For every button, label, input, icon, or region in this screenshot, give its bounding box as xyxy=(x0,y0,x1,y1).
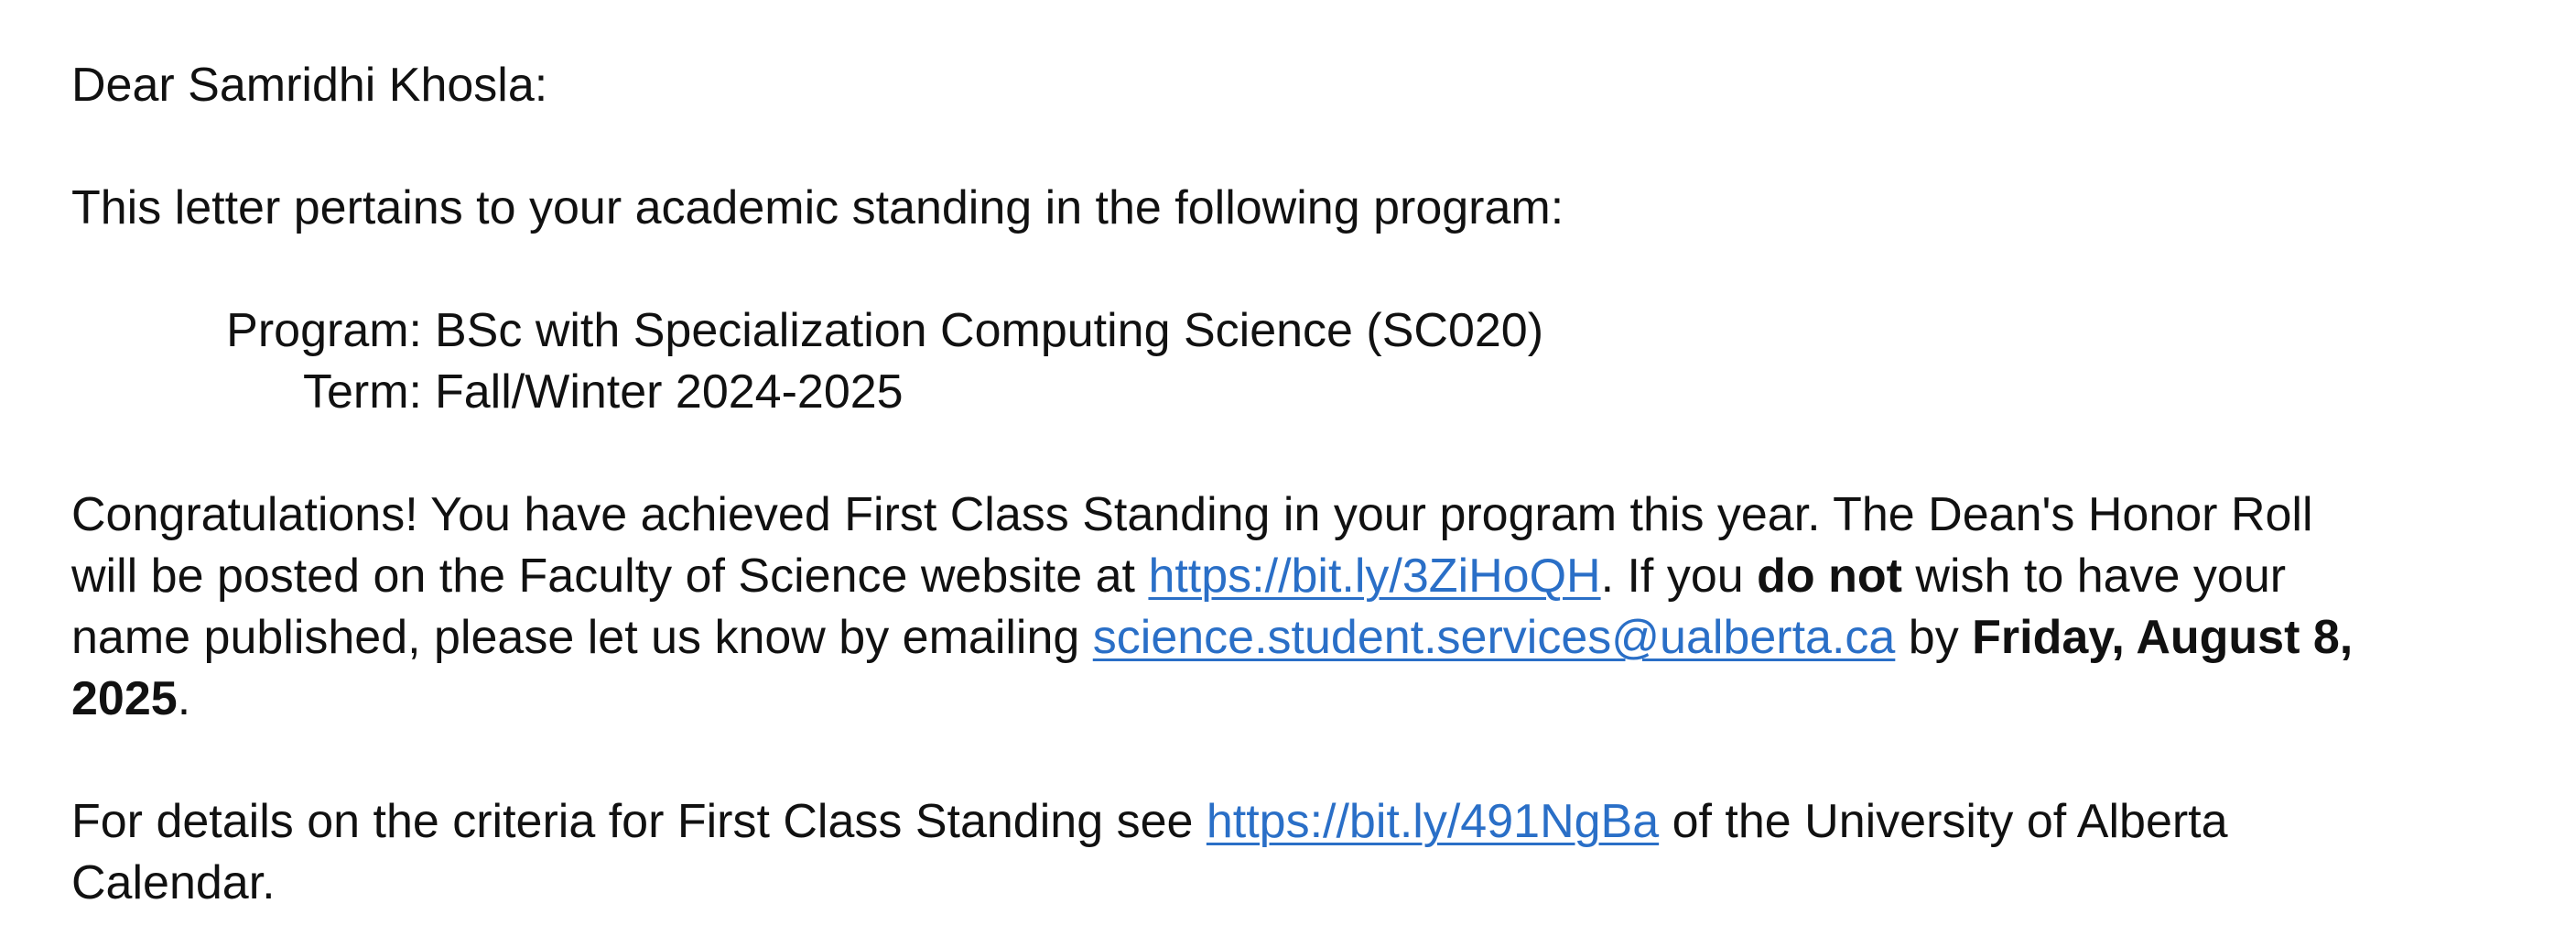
details-text: For details on the criteria for First Cl… xyxy=(71,795,1207,848)
letter-body: Dear Samridhi Khosla: This letter pertai… xyxy=(71,55,2543,914)
deadline-year: 2025 xyxy=(71,672,178,725)
greeting: Dear Samridhi Khosla: xyxy=(71,59,548,112)
details-line-1: For details on the criteria for First Cl… xyxy=(71,791,2543,853)
congrats-text: . xyxy=(177,672,191,725)
details-paragraph: For details on the criteria for First Cl… xyxy=(71,791,2543,914)
program-row: Program: BSc with Specialization Computi… xyxy=(198,300,2543,362)
details-line-2: Calendar. xyxy=(71,856,276,909)
congrats-text: . If you xyxy=(1600,550,1758,603)
congrats-line-3: name published, please let us know by em… xyxy=(71,607,2543,669)
congrats-line-2: will be posted on the Faculty of Science… xyxy=(71,546,2543,607)
congrats-text: wish to have your xyxy=(1901,550,2287,603)
program-value: BSc with Specialization Computing Scienc… xyxy=(435,304,1544,357)
term-label: Term: xyxy=(303,365,422,419)
criteria-link[interactable]: https://bit.ly/491NgBa xyxy=(1207,795,1659,848)
program-label: Program: xyxy=(226,304,422,357)
do-not-emphasis: do not xyxy=(1757,550,1902,603)
congrats-text: name published, please let us know by em… xyxy=(71,611,1093,664)
congrats-line-4: 2025. xyxy=(71,669,2543,730)
congrats-text: will be posted on the Faculty of Science… xyxy=(71,550,1149,603)
honor-roll-link[interactable]: https://bit.ly/3ZiHoQH xyxy=(1148,550,1600,603)
student-services-email-link[interactable]: science.student.services@ualberta.ca xyxy=(1093,611,1896,664)
deadline-date: Friday, August 8, xyxy=(1972,611,2354,664)
congrats-text: by xyxy=(1895,611,1973,664)
congrats-line-1: Congratulations! You have achieved First… xyxy=(71,488,2313,541)
details-text: of the University of Alberta xyxy=(1659,795,2228,848)
program-details: Program: BSc with Specialization Computi… xyxy=(198,300,2543,423)
intro-text: This letter pertains to your academic st… xyxy=(71,181,1564,234)
term-value: Fall/Winter 2024-2025 xyxy=(435,365,904,419)
congratulations-paragraph: Congratulations! You have achieved First… xyxy=(71,484,2543,730)
term-row: Term: Fall/Winter 2024-2025 xyxy=(198,362,2543,423)
